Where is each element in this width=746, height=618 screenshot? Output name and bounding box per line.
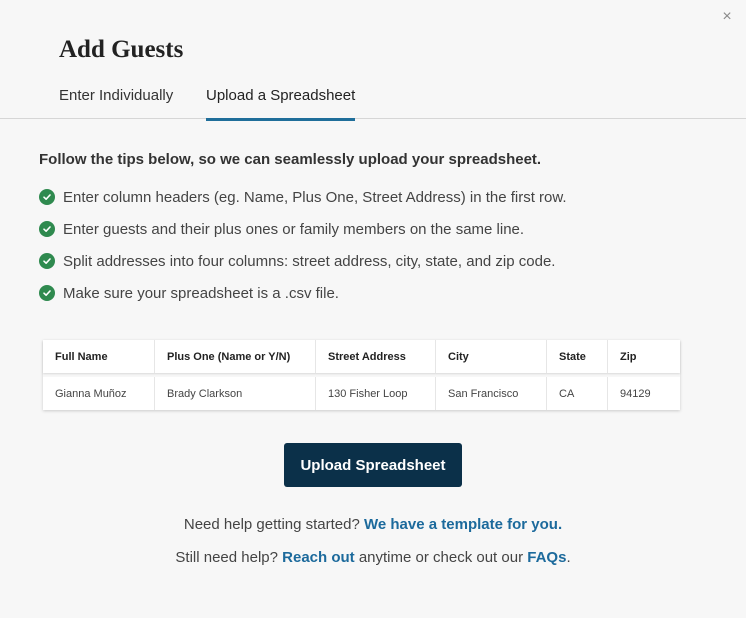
check-circle-icon <box>39 253 55 269</box>
column-header: Street Address <box>316 340 436 373</box>
tab-upload-spreadsheet[interactable]: Upload a Spreadsheet <box>206 87 356 121</box>
help-text: . <box>566 549 571 566</box>
check-circle-icon <box>39 189 55 205</box>
tip-text: Make sure your spreadsheet is a .csv fil… <box>63 284 339 302</box>
check-circle-icon <box>39 221 55 237</box>
tab-enter-individually[interactable]: Enter Individually <box>59 87 173 112</box>
tip-item: Make sure your spreadsheet is a .csv fil… <box>39 283 567 303</box>
column-header: Plus One (Name or Y/N) <box>155 340 316 373</box>
help-text: anytime or check out our <box>354 549 528 566</box>
column-header: Full Name <box>43 340 155 373</box>
tip-item: Enter guests and their plus ones or fami… <box>39 219 567 239</box>
table-cell: CA <box>547 377 608 410</box>
table-cell: San Francisco <box>436 377 547 410</box>
table-cell: 94129 <box>620 387 651 400</box>
table-header-row: Full Name Plus One (Name or Y/N) Street … <box>43 340 680 373</box>
check-circle-icon <box>39 285 55 301</box>
modal-title: Add Guests <box>59 36 184 63</box>
help-template-line: Need help getting started? We have a tem… <box>0 516 746 533</box>
intro-text: Follow the tips below, so we can seamles… <box>39 151 542 168</box>
column-header: Zip <box>620 350 637 363</box>
column-header: City <box>436 340 547 373</box>
add-guests-modal: × Add Guests Enter Individually Upload a… <box>0 0 746 618</box>
help-contact-line: Still need help? Reach out anytime or ch… <box>0 549 746 566</box>
sample-spreadsheet-table: Full Name Plus One (Name or Y/N) Street … <box>43 340 680 410</box>
table-cell: Gianna Muñoz <box>43 377 155 410</box>
help-text: Still need help? <box>175 549 283 566</box>
tip-text: Enter guests and their plus ones or fami… <box>63 220 525 238</box>
table-cell: 130 Fisher Loop <box>316 377 436 410</box>
reach-out-link[interactable]: Reach out <box>282 549 355 566</box>
tips-list: Enter column headers (eg. Name, Plus One… <box>39 187 567 315</box>
table-cell: Brady Clarkson <box>155 377 316 410</box>
template-link[interactable]: We have a template for you. <box>364 516 562 533</box>
tip-text: Enter column headers (eg. Name, Plus One… <box>63 188 567 206</box>
faqs-link[interactable]: FAQs <box>527 549 566 566</box>
tip-item: Split addresses into four columns: stree… <box>39 251 567 271</box>
tip-text: Split addresses into four columns: stree… <box>63 252 556 270</box>
upload-spreadsheet-button[interactable]: Upload Spreadsheet <box>284 443 462 487</box>
close-icon[interactable]: × <box>718 8 736 26</box>
help-text: Need help getting started? <box>183 516 364 533</box>
column-header: State <box>547 340 608 373</box>
table-row: Gianna Muñoz Brady Clarkson 130 Fisher L… <box>43 377 680 410</box>
tab-bar: Enter Individually Upload a Spreadsheet <box>0 84 746 121</box>
tip-item: Enter column headers (eg. Name, Plus One… <box>39 187 567 207</box>
